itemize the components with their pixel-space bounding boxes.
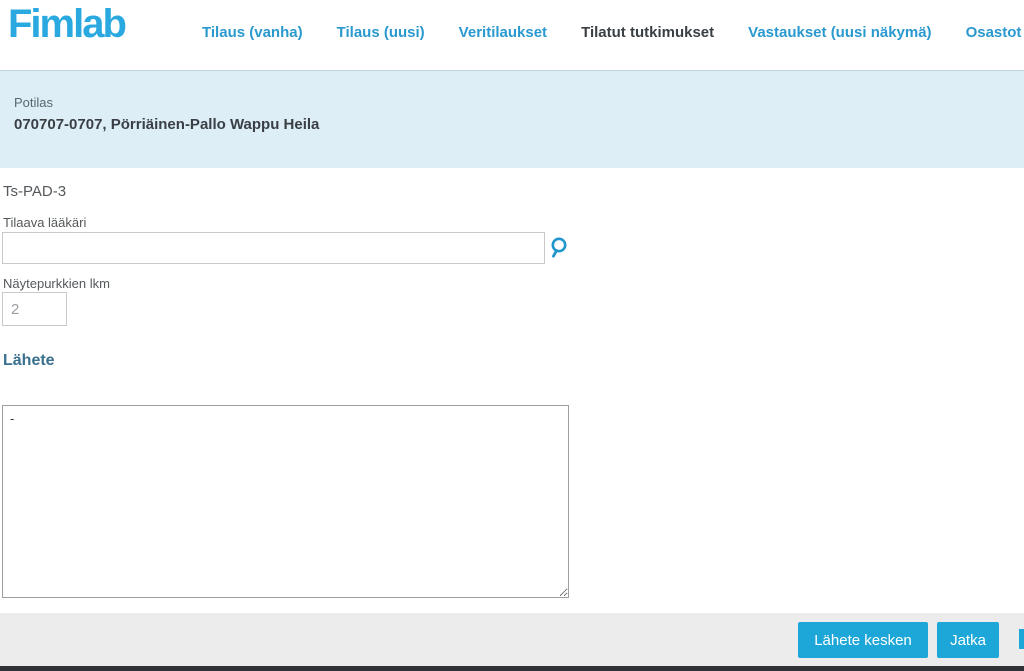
patient-banner: Potilas 070707-0707, Pörriäinen-Pallo Wa… — [0, 70, 1024, 168]
nav-item-tilaus-vanha[interactable]: Tilaus (vanha) — [202, 24, 303, 41]
referral-textarea[interactable]: - — [2, 405, 569, 598]
order-page: Fimlab Tilaus (vanha) Tilaus (uusi) Veri… — [0, 0, 1024, 671]
nav-item-tilaus-uusi[interactable]: Tilaus (uusi) — [337, 24, 425, 41]
clipped-button-fragment[interactable] — [1019, 629, 1024, 649]
top-header: Fimlab Tilaus (vanha) Tilaus (uusi) Veri… — [0, 0, 1024, 70]
continue-button[interactable]: Jatka — [937, 622, 999, 658]
doctor-search-button[interactable] — [548, 236, 572, 260]
save-draft-button[interactable]: Lähete kesken — [798, 622, 928, 658]
sample-jar-count-input[interactable] — [2, 292, 67, 326]
bottom-dark-strip — [0, 666, 1024, 671]
main-nav: Tilaus (vanha) Tilaus (uusi) Veritilauks… — [202, 24, 1021, 41]
referral-heading: Lähete — [3, 352, 55, 369]
ordering-doctor-input[interactable] — [2, 232, 545, 264]
page-title: Ts-PAD-3 — [3, 183, 67, 200]
patient-label: Potilas — [14, 95, 54, 110]
footer-action-bar: Lähete kesken Jatka — [0, 613, 1024, 666]
ordering-doctor-label: Tilaava lääkäri — [3, 215, 87, 230]
nav-item-osastot[interactable]: Osastot — [966, 24, 1022, 41]
nav-item-vastaukset[interactable]: Vastaukset (uusi näkymä) — [748, 24, 931, 41]
nav-item-veritilaukset[interactable]: Veritilaukset — [459, 24, 547, 41]
search-icon — [548, 237, 572, 263]
sample-jar-count-label: Näytepurkkien lkm — [3, 276, 110, 291]
patient-identity: 070707-0707, Pörriäinen-Pallo Wappu Heil… — [14, 116, 320, 133]
nav-item-tilatut-tutkimukset[interactable]: Tilatut tutkimukset — [581, 24, 714, 41]
fimlab-logo[interactable]: Fimlab — [8, 2, 127, 47]
